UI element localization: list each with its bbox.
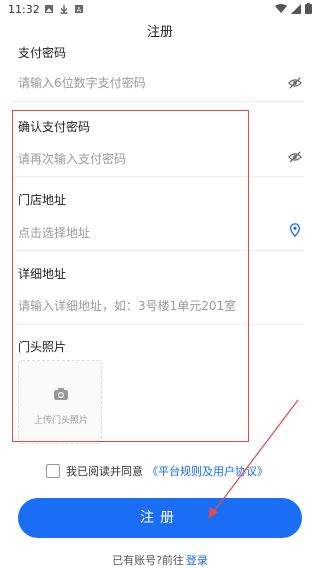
image-notification-icon <box>45 5 53 13</box>
divider <box>12 101 304 102</box>
header: 注册 <box>0 20 320 46</box>
divider <box>12 250 304 251</box>
eye-off-icon[interactable] <box>288 150 302 164</box>
battery-icon <box>305 3 312 14</box>
divider <box>12 176 304 177</box>
divider <box>12 324 304 325</box>
download-icon <box>60 5 68 14</box>
agreement-row: 我已阅读并同意 《平台规则及用户协议》 <box>46 462 268 480</box>
confirm-pay-password-label: 确认支付密码 <box>18 120 91 134</box>
status-right <box>275 3 312 14</box>
wifi-icon <box>275 3 287 13</box>
page-title: 注册 <box>146 25 173 40</box>
confirm-pay-password-input[interactable]: 请再次输入支付密码 <box>18 150 126 167</box>
agreement-checkbox[interactable] <box>46 464 60 478</box>
status-time: 11:32 <box>8 3 40 16</box>
location-pin-icon[interactable] <box>288 223 302 237</box>
pay-password-label: 支付密码 <box>18 46 67 60</box>
agreement-link[interactable]: 《平台规则及用户协议》 <box>147 463 268 479</box>
status-bar: 11:32 A <box>0 0 320 20</box>
detail-address-input[interactable]: 请输入详细地址，如：3号楼1单元201室 <box>18 297 236 314</box>
pay-password-input[interactable]: 请输入6位数字支付密码 <box>18 74 146 91</box>
signal-icon <box>291 3 301 14</box>
register-button[interactable]: 注册 <box>18 498 302 538</box>
login-prompt-text: 已有账号?前往 <box>112 554 184 567</box>
login-prompt: 已有账号?前往 登录 <box>0 552 320 568</box>
upload-storefront-photo-button[interactable]: 上传门头照片 <box>18 360 102 444</box>
upload-photo-label: 上传门头照片 <box>33 416 88 426</box>
svg-text:A: A <box>77 6 82 14</box>
agreement-text: 我已阅读并同意 <box>66 465 143 478</box>
eye-off-icon[interactable] <box>288 76 302 90</box>
detail-address-label: 详细地址 <box>18 267 67 281</box>
login-link[interactable]: 登录 <box>186 554 208 567</box>
camera-icon <box>54 388 68 400</box>
store-address-label: 门店地址 <box>18 193 67 207</box>
store-address-input[interactable]: 点击选择地址 <box>18 224 90 241</box>
app-notification-icon: A <box>75 5 83 14</box>
storefront-photo-label: 门头照片 <box>18 340 67 354</box>
